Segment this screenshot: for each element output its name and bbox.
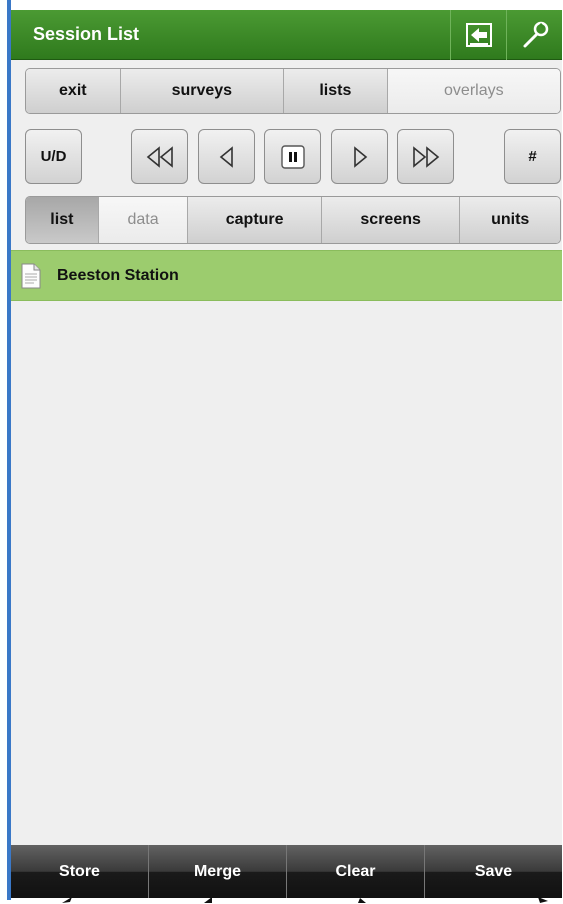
header-bar: Session List xyxy=(11,10,562,60)
clear-button[interactable]: Clear xyxy=(287,845,425,898)
tab-units[interactable]: units xyxy=(460,197,560,243)
rewind-icon xyxy=(146,145,173,168)
fast-forward-button[interactable] xyxy=(397,129,454,184)
left-edge xyxy=(0,0,11,904)
step-back-icon xyxy=(219,145,233,168)
rewind-button[interactable] xyxy=(131,129,188,184)
hash-button[interactable]: # xyxy=(504,129,561,184)
wrench-icon xyxy=(523,21,548,48)
back-button[interactable] xyxy=(450,10,506,60)
save-button[interactable]: Save xyxy=(425,845,562,898)
step-forward-button[interactable] xyxy=(331,129,388,184)
step-back-button[interactable] xyxy=(198,129,255,184)
settings-button[interactable] xyxy=(506,10,562,60)
tab-capture[interactable]: capture xyxy=(188,197,322,243)
tab-list[interactable]: list xyxy=(26,197,99,243)
footer-pointer-marks xyxy=(62,897,548,903)
document-icon xyxy=(21,261,43,291)
pause-icon xyxy=(280,144,305,169)
back-arrow-icon xyxy=(465,23,492,47)
up-down-button[interactable]: U/D xyxy=(25,129,82,184)
app-window: Session List exit surveys lists overlays… xyxy=(11,10,562,898)
tab-data[interactable]: data xyxy=(98,197,189,243)
pause-button[interactable] xyxy=(264,129,321,184)
step-forward-icon xyxy=(353,145,367,168)
tab-overlays[interactable]: overlays xyxy=(387,69,560,113)
merge-button[interactable]: Merge xyxy=(149,845,287,898)
fast-forward-icon xyxy=(412,145,439,168)
footer-toolbar: Store Merge Clear Save xyxy=(11,845,562,898)
tab-screens[interactable]: screens xyxy=(321,197,461,243)
view-tabs: list data capture screens units xyxy=(25,196,561,244)
session-name: Beeston Station xyxy=(57,266,179,284)
list-item[interactable]: Beeston Station xyxy=(11,250,562,301)
tab-surveys[interactable]: surveys xyxy=(120,69,285,113)
page-title: Session List xyxy=(33,24,140,44)
tab-exit[interactable]: exit xyxy=(26,69,121,113)
store-button[interactable]: Store xyxy=(11,845,149,898)
tab-lists[interactable]: lists xyxy=(284,69,388,113)
nav-tabs: exit surveys lists overlays xyxy=(25,68,561,114)
